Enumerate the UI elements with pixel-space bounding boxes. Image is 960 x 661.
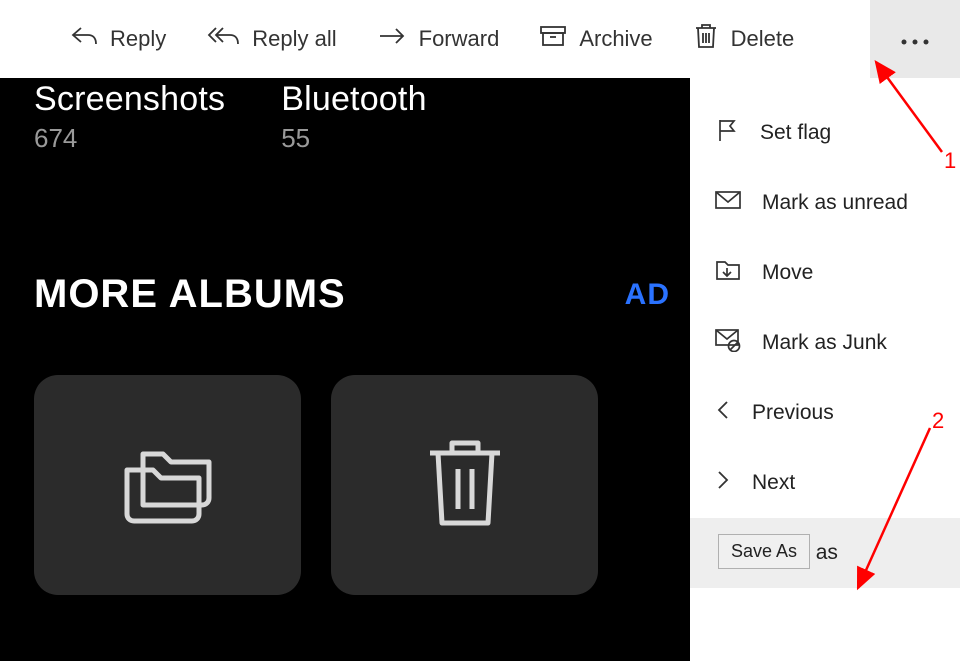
ellipsis-icon [898,26,932,52]
menu-label: Move [762,261,813,285]
chevron-left-icon [714,398,732,428]
reply-all-icon [206,25,240,53]
album-count: 55 [281,123,426,154]
trash-icon [693,22,719,56]
email-content-background: Screenshots 674 Bluetooth 55 MORE ALBUMS… [0,78,690,661]
menu-set-flag[interactable]: Set flag [690,98,960,168]
chevron-right-icon [714,468,732,498]
album-tile-folder [34,375,301,595]
album-bluetooth: Bluetooth 55 [281,80,426,154]
forward-label: Forward [419,26,500,52]
save-as-tooltip: Save As [718,534,810,569]
more-actions-button[interactable] [870,0,960,78]
flag-icon [714,117,740,149]
reply-button[interactable]: Reply [50,0,186,78]
folders-icon [113,438,223,533]
delete-button[interactable]: Delete [673,0,815,78]
toolbar: Reply Reply all Forward Ar [0,0,960,78]
more-actions-menu: Set flag Mark as unread Move [690,78,960,588]
delete-label: Delete [731,26,795,52]
archive-button[interactable]: Archive [519,0,672,78]
archive-icon [539,24,567,54]
more-albums-heading: MORE ALBUMS [34,272,346,317]
menu-label: Previous [752,401,834,425]
menu-label: Mark as Junk [762,331,887,355]
menu-previous[interactable]: Previous [690,378,960,448]
album-screenshots: Screenshots 674 [34,80,225,154]
album-title: Bluetooth [281,80,426,119]
album-title: Screenshots [34,80,225,119]
menu-next[interactable]: Next [690,448,960,518]
menu-mark-unread[interactable]: Mark as unread [690,168,960,238]
reply-label: Reply [110,26,166,52]
envelope-icon [714,189,742,217]
reply-icon [70,25,98,53]
reply-all-button[interactable]: Reply all [186,0,356,78]
album-count: 674 [34,123,225,154]
forward-icon [377,25,407,53]
archive-label: Archive [579,26,652,52]
album-tile-trash [331,375,598,595]
menu-mark-junk[interactable]: Mark as Junk [690,308,960,378]
add-album-link: AD [625,278,670,312]
menu-label: Next [752,471,795,495]
menu-label: Mark as unread [762,191,908,215]
menu-move[interactable]: Move [690,238,960,308]
trash-large-icon [420,433,510,538]
menu-label: Set flag [760,121,831,145]
forward-button[interactable]: Forward [357,0,520,78]
move-folder-icon [714,257,742,289]
junk-icon [714,328,742,358]
reply-all-label: Reply all [252,26,336,52]
